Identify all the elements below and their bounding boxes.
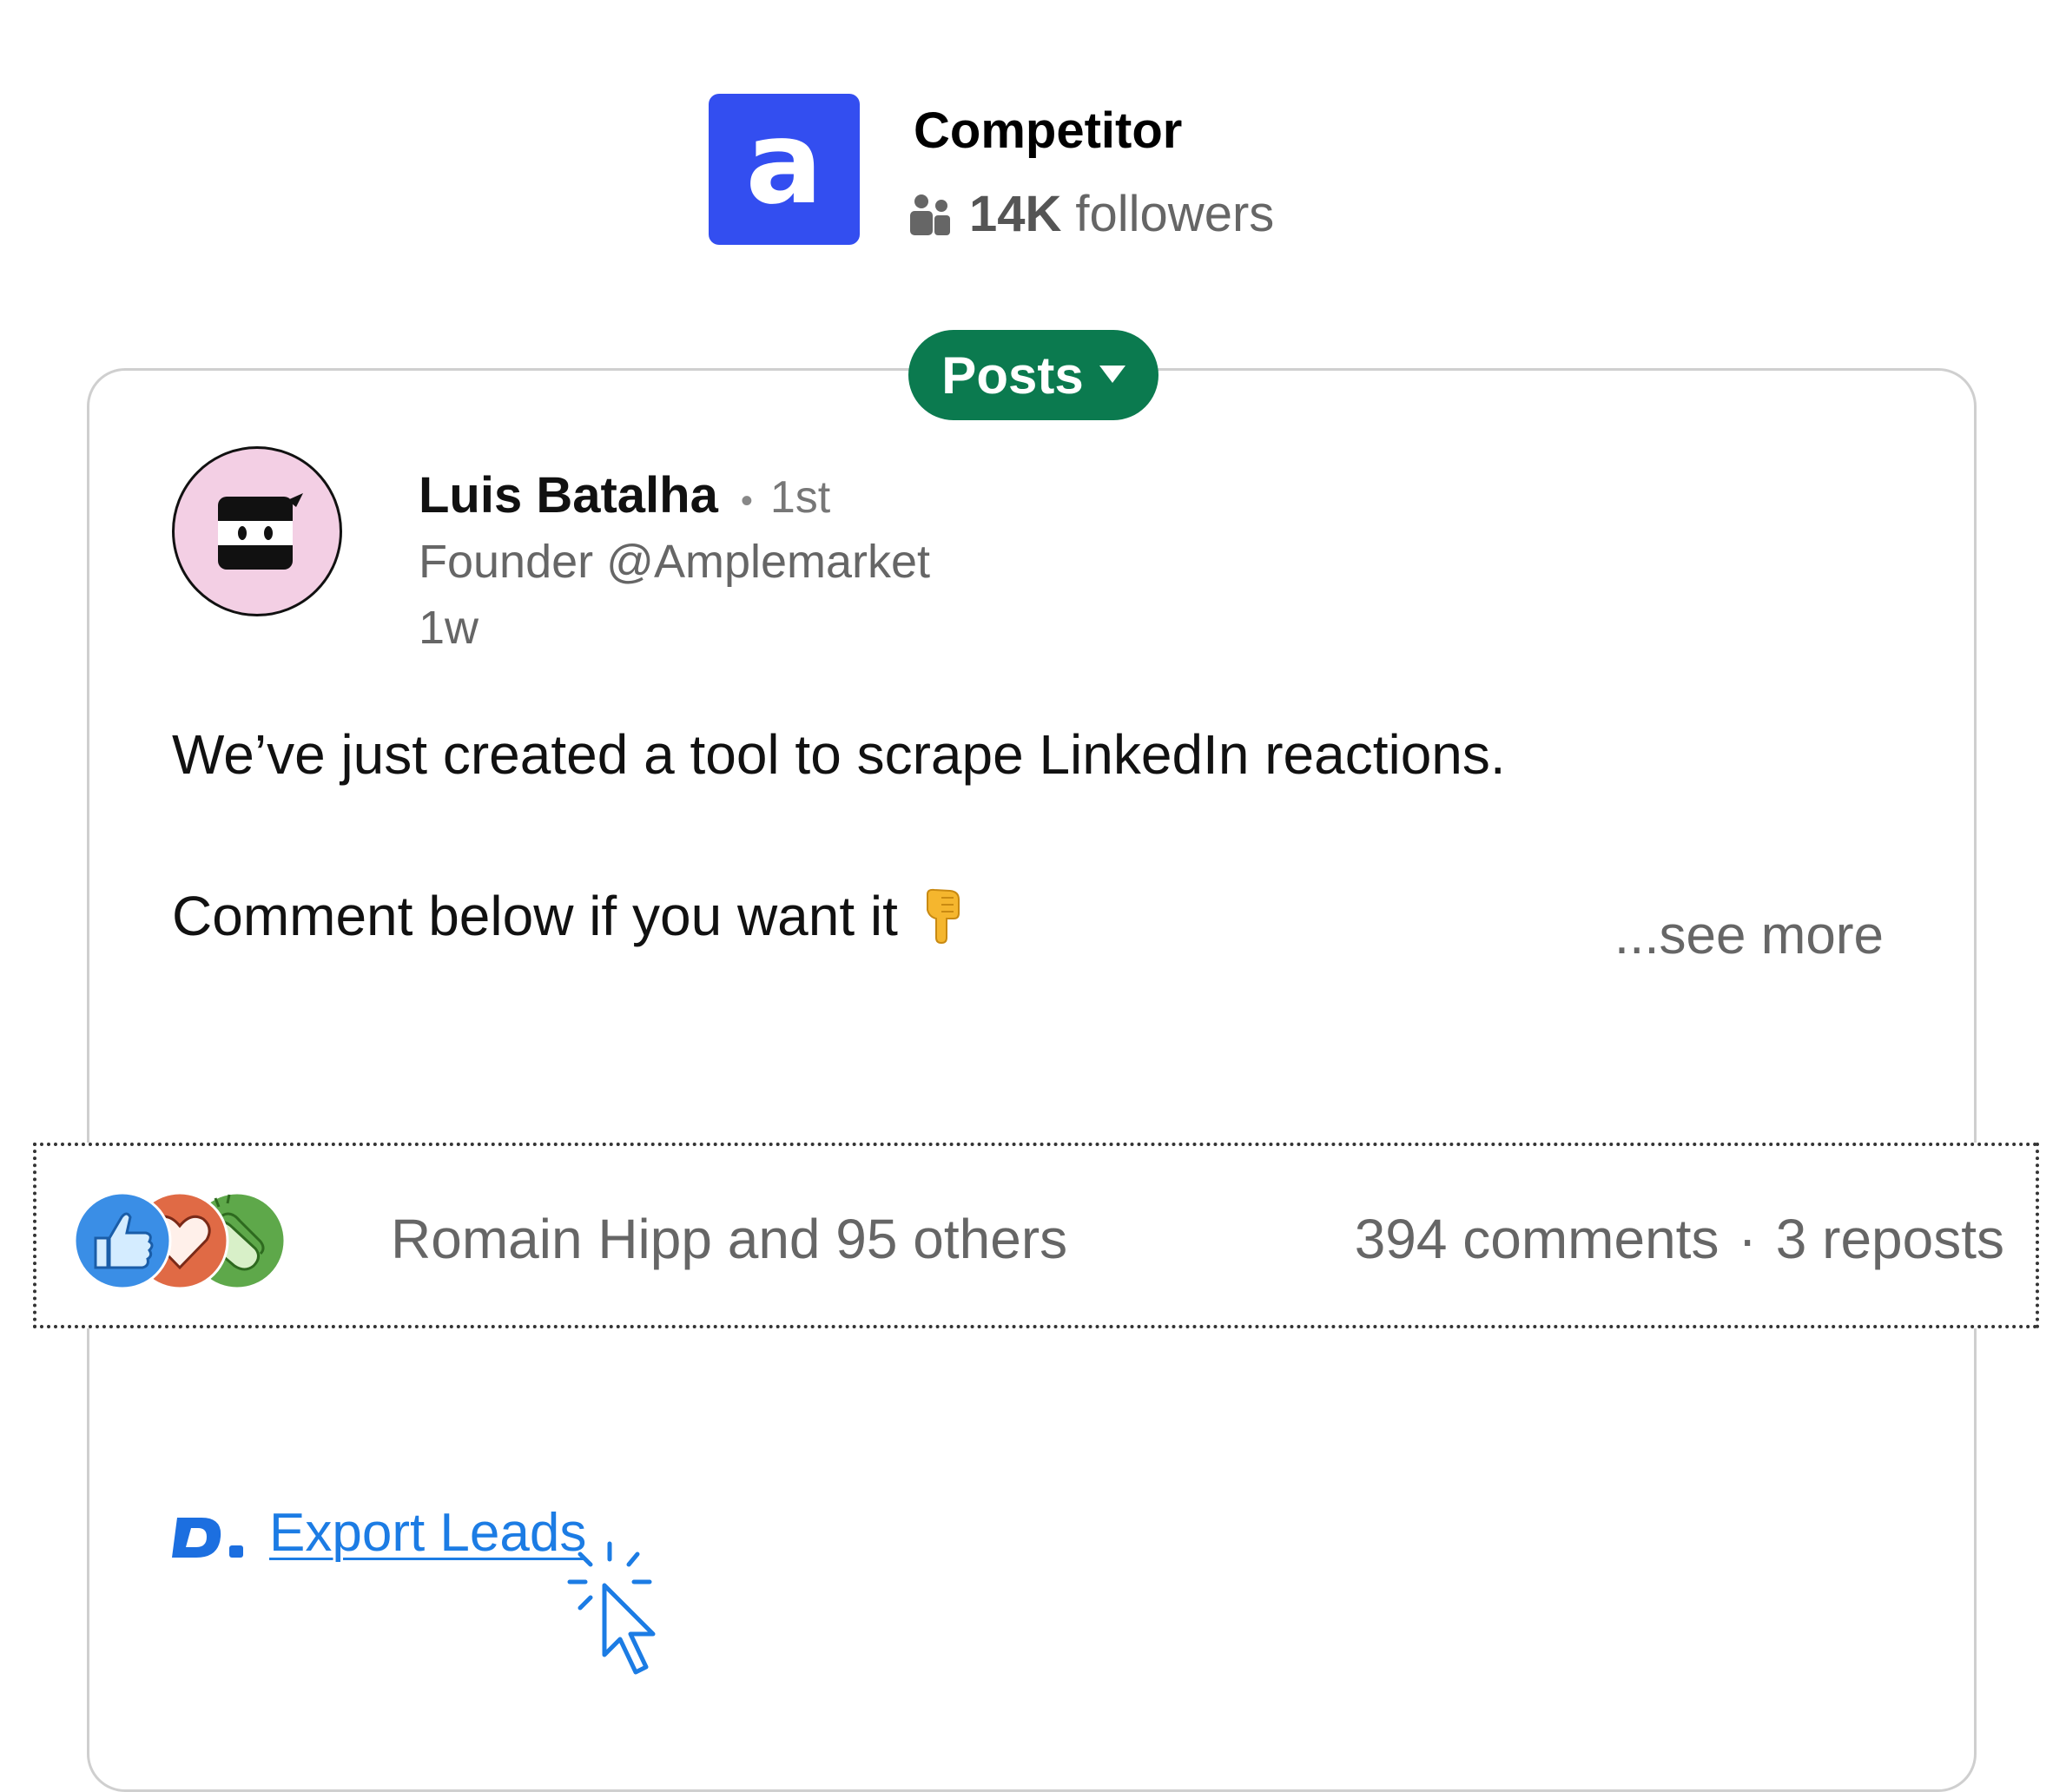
- author-name[interactable]: Luis Batalha: [419, 465, 718, 526]
- reaction-icons[interactable]: [73, 1191, 342, 1292]
- posts-filter-label: Posts: [941, 346, 1084, 405]
- post-age: 1w: [419, 602, 479, 654]
- reposts-count[interactable]: 3 reposts: [1776, 1205, 2004, 1273]
- reactors-summary[interactable]: Romain Hipp and 95 others: [391, 1205, 1067, 1273]
- post-text-line-1: We’ve just created a tool to scrape Link…: [172, 723, 1506, 786]
- reactions-bar: Romain Hipp and 95 others 394 comments ·…: [33, 1143, 2039, 1328]
- see-more-link[interactable]: ...see more: [1614, 903, 1884, 969]
- followers-label: followers: [1075, 186, 1275, 242]
- click-cursor-icon: [567, 1541, 656, 1675]
- followers-row: 14K followers: [910, 186, 1274, 243]
- engagement-separator: ·: [1738, 1208, 1757, 1270]
- posts-filter-dropdown[interactable]: Posts: [908, 330, 1158, 420]
- brand-logo-icon: [172, 1518, 243, 1558]
- author-title: Founder @Amplemarket: [419, 536, 931, 588]
- author-avatar[interactable]: [172, 446, 342, 616]
- post-text-line-2: Comment below if you want it: [172, 882, 964, 950]
- people-icon: [910, 194, 950, 235]
- comments-count[interactable]: 394 comments: [1355, 1205, 1719, 1273]
- export-leads-link[interactable]: Export Leads: [269, 1500, 586, 1566]
- company-logo[interactable]: a: [709, 94, 860, 245]
- export-row: Export Leads: [172, 1500, 586, 1566]
- ninja-icon: [215, 493, 303, 570]
- post-text-line-2-text: Comment below if you want it: [172, 885, 898, 947]
- hand-pointing-down-icon: [926, 888, 960, 945]
- like-icon: [73, 1191, 172, 1290]
- company-name[interactable]: Competitor: [914, 102, 1182, 160]
- author-separator: •: [740, 482, 753, 520]
- company-logo-letter: a: [745, 96, 823, 230]
- followers-count: 14K: [969, 186, 1062, 242]
- post-card: [87, 368, 1977, 1792]
- caret-down-icon: [1099, 366, 1125, 383]
- engagement-summary: 394 comments · 3 reposts: [1355, 1205, 2004, 1273]
- connection-degree: 1st: [769, 472, 831, 523]
- author-name-row: Luis Batalha • 1st: [419, 465, 830, 531]
